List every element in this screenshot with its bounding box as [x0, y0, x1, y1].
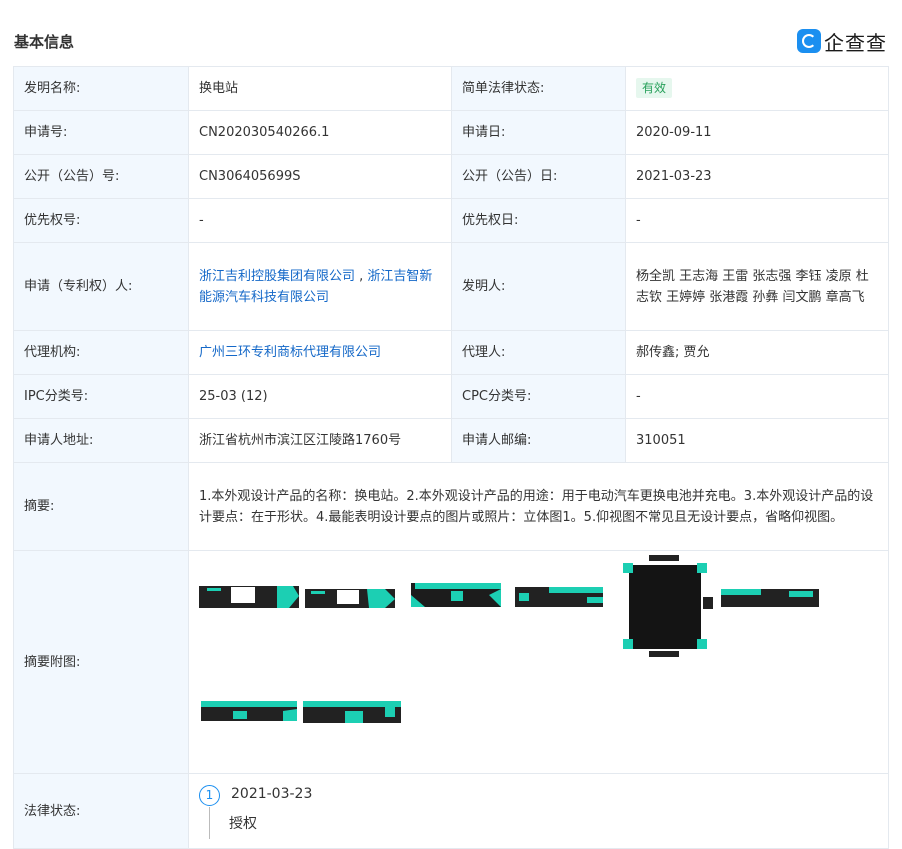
table-row: 公开（公告）号: CN306405699S 公开（公告）日: 2021-03-2…: [13, 154, 889, 199]
field-value: 2021-03-23: [625, 154, 889, 199]
field-label: 优先权日:: [451, 198, 626, 243]
field-label: CPC分类号:: [451, 374, 626, 419]
field-label: 简单法律状态:: [451, 66, 626, 111]
figure-thumbnail[interactable]: [721, 589, 819, 607]
field-label: 法律状态:: [13, 773, 189, 849]
legal-date: 2021-03-23: [231, 786, 313, 802]
field-label: 发明人:: [451, 242, 626, 331]
page-title: 基本信息: [14, 33, 75, 51]
figure-thumbnail[interactable]: [411, 583, 501, 607]
status-badge: 有效: [636, 78, 673, 98]
field-label: 摘要附图:: [13, 550, 189, 774]
field-value: 杨全凯 王志海 王雷 张志强 李钰 凌原 杜志钦 王婷婷 张港霞 孙彝 闫文鹏 …: [625, 242, 889, 331]
table-row: 优先权号: - 优先权日: -: [13, 198, 889, 243]
header: 基本信息 企查查: [0, 0, 902, 66]
legal-status-cell: 1 2021-03-23 授权: [188, 773, 889, 849]
field-label: 申请人邮编:: [451, 418, 626, 463]
table-row: 代理机构: 广州三环专利商标代理有限公司 代理人: 郝传鑫; 贾允: [13, 330, 889, 375]
logo[interactable]: 企查查: [797, 28, 887, 55]
logo-text: 企查查: [824, 30, 887, 55]
field-label: 发明名称:: [13, 66, 189, 111]
field-label: 申请人地址:: [13, 418, 189, 463]
basic-info-table: 发明名称: 换电站 简单法律状态: 有效 申请号: CN202030540266…: [13, 66, 889, 849]
field-value: 25-03 (12): [188, 374, 452, 419]
table-row: 申请（专利权）人: 浙江吉利控股集团有限公司 , 浙江吉智新能源汽车科技有限公司…: [13, 242, 889, 331]
field-value: 2020-09-11: [625, 110, 889, 155]
figure-thumbnail[interactable]: [515, 587, 603, 607]
table-row: 摘要: 1.本外观设计产品的名称：换电站。2.本外观设计产品的用途：用于电动汽车…: [13, 462, 889, 551]
figures-cell: [188, 550, 889, 774]
field-value: 广州三环专利商标代理有限公司: [188, 330, 452, 375]
figure-thumbnail[interactable]: [199, 586, 299, 608]
table-row: 法律状态: 1 2021-03-23 授权: [13, 773, 889, 849]
agency-link[interactable]: 广州三环专利商标代理有限公司: [199, 345, 381, 360]
figure-thumbnail[interactable]: [623, 555, 713, 657]
qichacha-logo-icon: [797, 29, 821, 53]
field-label: 摘要:: [13, 462, 189, 551]
field-value: 郝传鑫; 贾允: [625, 330, 889, 375]
table-row: 申请人地址: 浙江省杭州市滨江区江陵路1760号 申请人邮编: 310051: [13, 418, 889, 463]
field-value: -: [625, 374, 889, 419]
field-label: 公开（公告）日:: [451, 154, 626, 199]
table-row: 申请号: CN202030540266.1 申请日: 2020-09-11: [13, 110, 889, 155]
field-value: -: [625, 198, 889, 243]
field-value: 换电站: [188, 66, 452, 111]
field-value: CN202030540266.1: [188, 110, 452, 155]
figure-thumbnail[interactable]: [201, 701, 297, 721]
legal-timeline: 1 2021-03-23 授权: [199, 774, 878, 848]
field-value: 310051: [625, 418, 889, 463]
table-row: 摘要附图:: [13, 550, 889, 774]
step-number: 1: [199, 785, 220, 806]
abstract-text: 1.本外观设计产品的名称：换电站。2.本外观设计产品的用途：用于电动汽车更换电池…: [188, 462, 889, 551]
field-value: 浙江吉利控股集团有限公司 , 浙江吉智新能源汽车科技有限公司: [188, 242, 452, 331]
field-label: 代理机构:: [13, 330, 189, 375]
timeline-line: [209, 807, 210, 839]
table-row: 发明名称: 换电站 简单法律状态: 有效: [13, 66, 889, 111]
applicant-link[interactable]: 浙江吉利控股集团有限公司: [199, 269, 355, 284]
legal-event: 授权: [229, 816, 257, 832]
table-row: IPC分类号: 25-03 (12) CPC分类号: -: [13, 374, 889, 419]
field-value: -: [188, 198, 452, 243]
field-value: CN306405699S: [188, 154, 452, 199]
field-label: 申请日:: [451, 110, 626, 155]
figure-thumbnail[interactable]: [303, 701, 401, 723]
field-label: 公开（公告）号:: [13, 154, 189, 199]
figure-thumbnails: [199, 555, 819, 723]
field-value: 有效: [625, 66, 889, 111]
field-label: 申请号:: [13, 110, 189, 155]
figure-gallery: [189, 551, 888, 773]
field-label: 申请（专利权）人:: [13, 242, 189, 331]
field-label: 代理人:: [451, 330, 626, 375]
field-label: 优先权号:: [13, 198, 189, 243]
separator: ,: [355, 268, 368, 284]
figure-thumbnail[interactable]: [305, 589, 395, 608]
field-value: 浙江省杭州市滨江区江陵路1760号: [188, 418, 452, 463]
field-label: IPC分类号:: [13, 374, 189, 419]
